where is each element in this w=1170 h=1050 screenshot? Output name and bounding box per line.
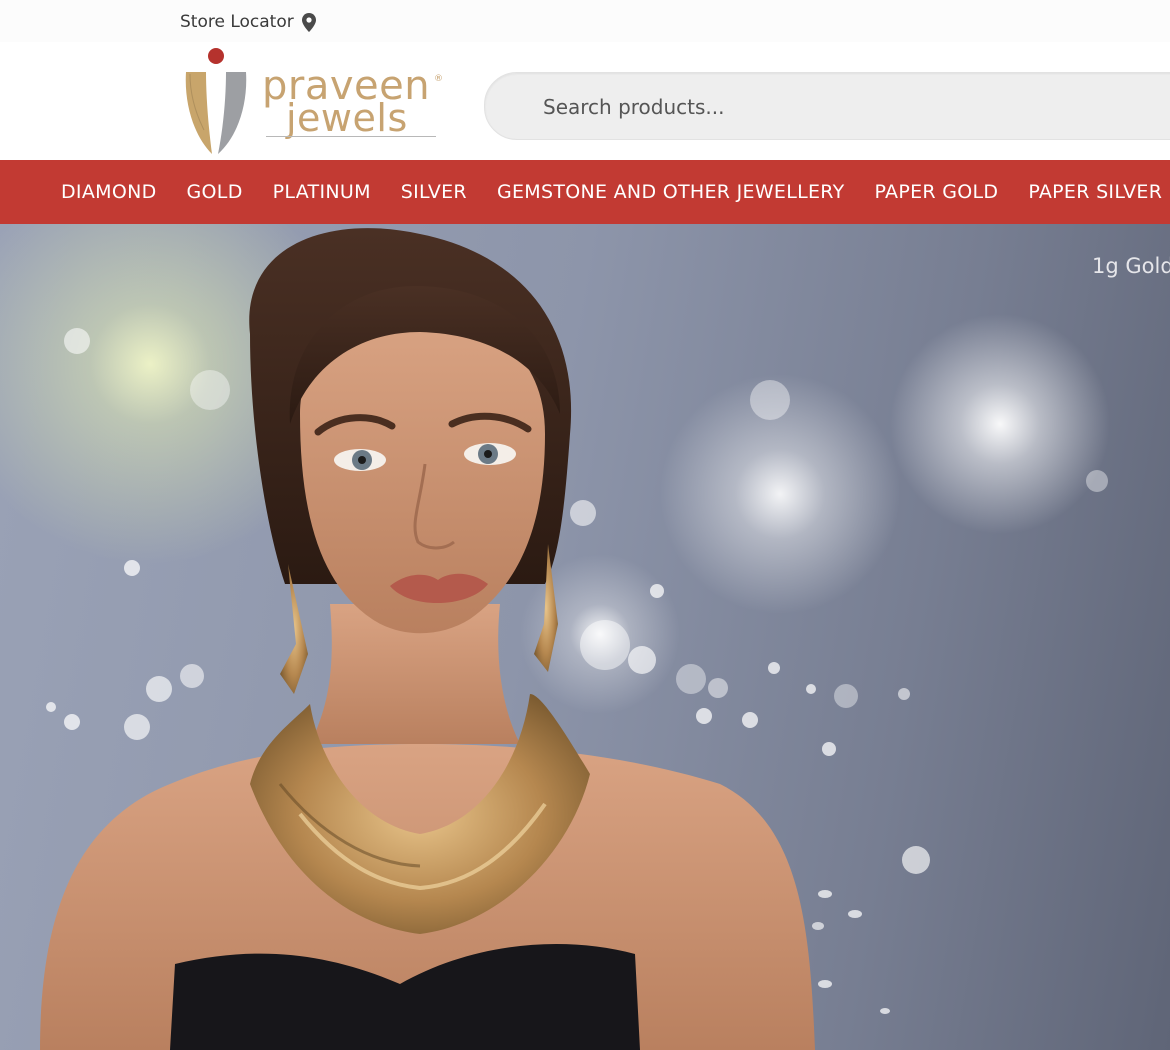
- nav-item-gold[interactable]: GOLD: [172, 181, 258, 203]
- hero-banner[interactable]: 1g Gold: [0, 224, 1170, 1050]
- top-utility-bar: Store Locator: [0, 0, 1170, 42]
- model-photo: [40, 228, 815, 1050]
- brand-logo[interactable]: praveen jewels ®: [182, 44, 450, 160]
- registered-mark: ®: [434, 74, 443, 84]
- main-navigation: DIAMOND GOLD PLATINUM SILVER GEMSTONE AN…: [0, 160, 1170, 224]
- nav-item-paper-silver[interactable]: PAPER SILVER: [1013, 181, 1170, 203]
- search-bar[interactable]: [484, 72, 1170, 141]
- store-locator-link[interactable]: Store Locator: [180, 10, 316, 34]
- gold-rate-ticker[interactable]: 1g Gold: [1092, 254, 1170, 278]
- nav-item-gemstone[interactable]: GEMSTONE AND OTHER JEWELLERY: [482, 181, 860, 203]
- nav-item-paper-gold[interactable]: PAPER GOLD: [859, 181, 1013, 203]
- logo-underline: [266, 136, 436, 137]
- nav-item-platinum[interactable]: PLATINUM: [258, 181, 386, 203]
- site-header: praveen jewels ®: [0, 42, 1170, 160]
- logo-wordmark-line2: jewels: [286, 96, 408, 140]
- logo-emblem-icon: [185, 48, 247, 154]
- nav-item-silver[interactable]: SILVER: [386, 181, 482, 203]
- nav-item-diamond[interactable]: DIAMOND: [46, 181, 172, 203]
- store-locator-label: Store Locator: [180, 12, 294, 32]
- map-pin-icon: [301, 12, 316, 32]
- search-input[interactable]: [541, 73, 1145, 141]
